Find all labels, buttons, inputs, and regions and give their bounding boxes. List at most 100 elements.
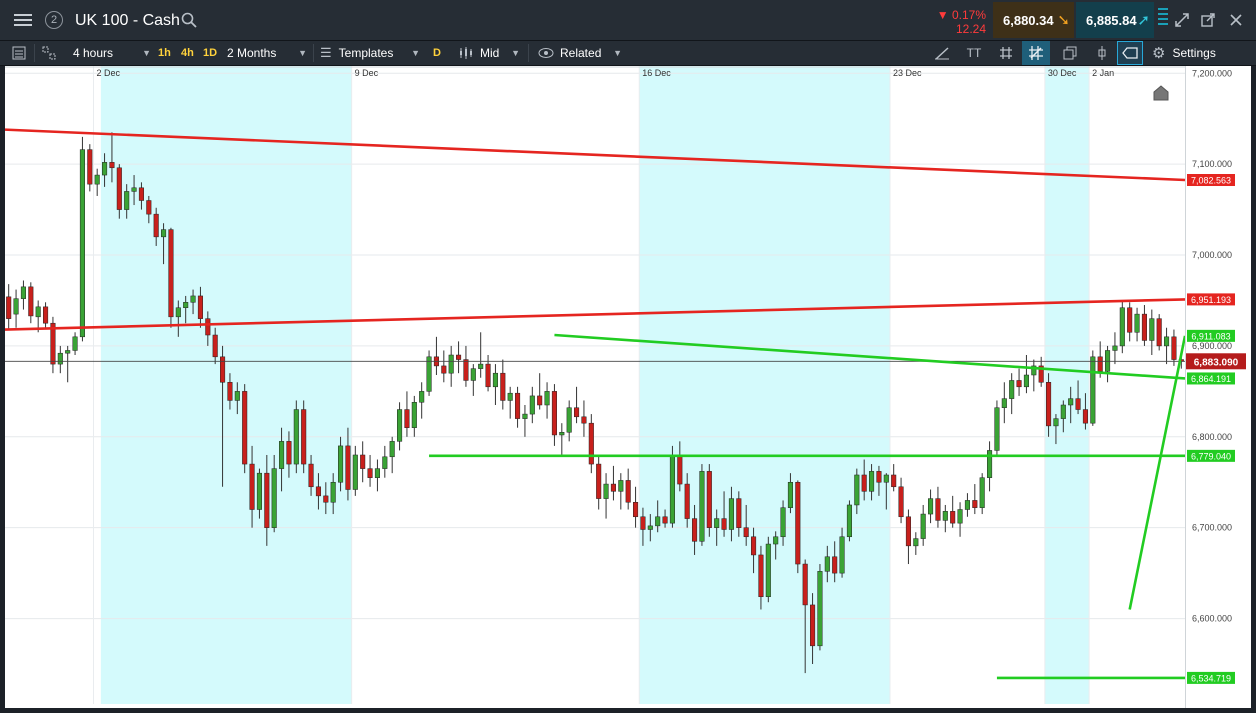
candle-body: [714, 518, 720, 528]
candle-body: [367, 468, 373, 478]
instrument-title[interactable]: UK 100 - Cash: [75, 12, 180, 30]
candle-body: [655, 516, 661, 527]
price-type-dropdown[interactable]: Mid ▼: [458, 41, 520, 65]
popout-icon[interactable]: [1198, 0, 1218, 40]
candle-body: [492, 372, 498, 388]
sell-button[interactable]: 6,880.34 ➘: [993, 2, 1074, 38]
draw-line-icon[interactable]: [930, 41, 954, 65]
chevron-down-icon: ▼: [298, 48, 307, 58]
list-icon[interactable]: [1158, 8, 1168, 28]
top-bar: 2 UK 100 - Cash ▼ 0.17% 12.24 6,880.34 ➘…: [0, 0, 1256, 41]
candle-body: [1171, 336, 1177, 360]
candle-body: [551, 391, 557, 436]
candle-body: [743, 527, 749, 538]
session-band: [1044, 66, 1090, 704]
tag-icon[interactable]: [1117, 41, 1143, 65]
y-tick-label: 7,000.000: [1192, 250, 1232, 260]
candle-body: [360, 454, 366, 469]
chevron-down-icon: ▼: [613, 48, 622, 58]
candle-body: [883, 474, 889, 483]
workspace-badge[interactable]: 2: [44, 0, 64, 40]
gear-icon: ⚙: [1152, 45, 1166, 62]
candle-body: [352, 454, 358, 490]
crosshair-icon[interactable]: [1022, 41, 1050, 65]
candle-body: [161, 229, 167, 238]
candle-body: [544, 391, 550, 406]
daily-marker[interactable]: D: [433, 41, 441, 65]
candle-body: [20, 286, 26, 299]
candle-body: [507, 392, 513, 401]
candle-body: [220, 356, 226, 383]
candle-body: [869, 471, 875, 492]
candle-body: [463, 359, 469, 381]
candle-body: [308, 463, 314, 488]
related-dropdown[interactable]: Related ▼: [538, 41, 622, 65]
candle-body: [913, 538, 919, 547]
settings-button[interactable]: ⚙ Settings: [1152, 41, 1246, 65]
chevron-down-icon: ▼: [142, 48, 151, 58]
candle-body: [79, 149, 85, 338]
candle-body: [43, 306, 49, 324]
layout-icon[interactable]: [42, 41, 56, 65]
copy-icon[interactable]: [1058, 41, 1082, 65]
search-icon[interactable]: [178, 0, 200, 40]
down-arrow-icon: ▼: [936, 8, 952, 22]
candle-body: [389, 441, 395, 458]
candle-body: [279, 441, 285, 469]
price-chart[interactable]: 2 Dec9 Dec16 Dec23 Dec30 Dec2 Jan6 Jan 6…: [4, 66, 1256, 708]
candle-body: [684, 483, 690, 519]
interval-dropdown[interactable]: 4 hours ▼: [73, 41, 151, 65]
candle-body: [920, 513, 926, 539]
candle-body: [773, 536, 779, 545]
x-tick-label: 2 Jan: [1092, 68, 1114, 78]
candle-body: [330, 481, 336, 503]
candle-body: [1141, 313, 1147, 341]
candle-body: [441, 365, 447, 374]
close-icon[interactable]: [1226, 0, 1246, 40]
candle-body: [13, 298, 19, 315]
templates-dropdown[interactable]: ☰ Templates ▼: [320, 41, 420, 65]
timeframe-1d[interactable]: 1D: [203, 41, 217, 65]
grid-icon[interactable]: [994, 41, 1018, 65]
level-label: 6,779.040: [1191, 451, 1231, 461]
single-candle-icon[interactable]: [1090, 41, 1114, 65]
candle-body: [168, 229, 174, 318]
candle-body: [1127, 307, 1133, 333]
level-label: 7,082.563: [1191, 176, 1231, 186]
text-tool-icon[interactable]: TT: [962, 41, 986, 65]
range-dropdown[interactable]: 2 Months ▼: [227, 41, 307, 65]
buy-arrow-icon: ➚: [1137, 12, 1150, 29]
timeframe-1h[interactable]: 1h: [158, 41, 171, 65]
candle-body: [1149, 318, 1155, 341]
candle-body: [426, 356, 432, 392]
candle-body: [537, 395, 543, 406]
buy-button[interactable]: 6,885.84 ➚: [1076, 2, 1154, 38]
candle-body: [566, 407, 572, 433]
candle-body: [905, 516, 911, 547]
candle-body: [677, 454, 683, 485]
candle-body: [338, 445, 344, 483]
candle-body: [928, 498, 934, 515]
chart-list-icon[interactable]: [12, 41, 26, 65]
candle-body: [706, 471, 712, 528]
sell-price: 6,880.34: [1003, 13, 1054, 28]
candle-body: [419, 391, 425, 403]
candle-body: [1112, 345, 1118, 351]
candle-body: [994, 407, 1000, 451]
candle-body: [323, 495, 329, 503]
candle-body: [411, 402, 417, 428]
candle-body: [736, 498, 742, 528]
candle-body: [315, 486, 321, 497]
expand-icon[interactable]: [1172, 0, 1192, 40]
candle-body: [146, 200, 152, 215]
menu-icon[interactable]: [8, 0, 38, 40]
chart-area[interactable]: 2 Dec9 Dec16 Dec23 Dec30 Dec2 Jan6 Jan 6…: [4, 66, 1256, 708]
timeframe-4h[interactable]: 4h: [181, 41, 194, 65]
eye-icon: [538, 48, 554, 58]
candle-body: [94, 174, 100, 185]
candle-body: [470, 368, 476, 381]
candle-body: [57, 352, 63, 365]
candle-body: [197, 295, 203, 319]
change-percent: ▼ 0.17%: [936, 8, 986, 22]
x-tick-label: 2 Dec: [97, 68, 121, 78]
